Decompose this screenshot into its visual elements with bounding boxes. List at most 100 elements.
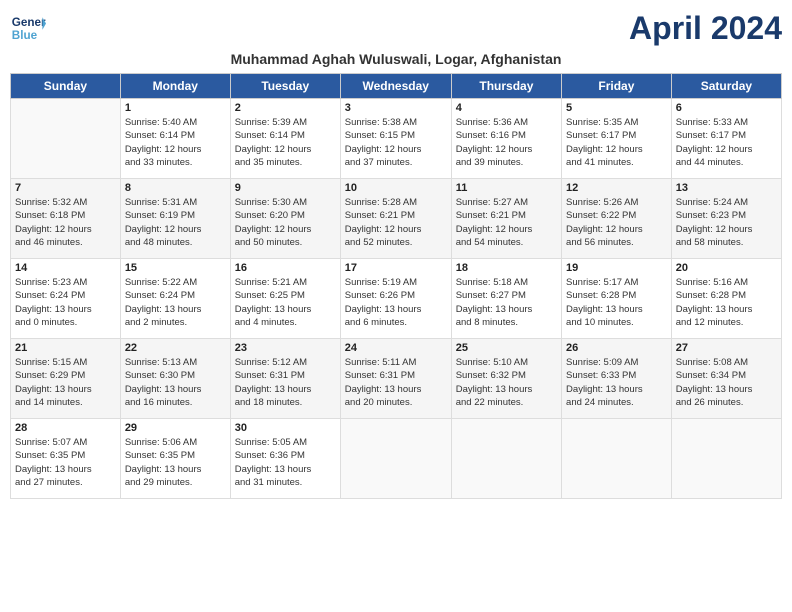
day-info: Sunrise: 5:38 AM Sunset: 6:15 PM Dayligh… (345, 116, 447, 169)
day-number: 22 (125, 342, 226, 354)
day-cell (562, 419, 672, 499)
calendar-table: SundayMondayTuesdayWednesdayThursdayFrid… (10, 73, 782, 499)
svg-text:Blue: Blue (12, 29, 38, 42)
day-info: Sunrise: 5:07 AM Sunset: 6:35 PM Dayligh… (15, 436, 116, 489)
day-number: 14 (15, 262, 116, 274)
weekday-header-wednesday: Wednesday (340, 74, 451, 99)
week-row-4: 21Sunrise: 5:15 AM Sunset: 6:29 PM Dayli… (11, 339, 782, 419)
day-cell: 12 Sunrise: 5:26 AM Sunset: 6:22 PM Dayli… (562, 179, 672, 259)
day-number: 19 (566, 262, 667, 274)
day-number: 28 (15, 422, 116, 434)
day-number: 6 (676, 102, 777, 114)
day-number: 11 (456, 182, 557, 194)
day-cell: 26 Sunrise: 5:09 AM Sunset: 6:33 PM Dayli… (562, 339, 672, 419)
day-number: 12 (566, 182, 667, 194)
day-number: 15 (125, 262, 226, 274)
day-info: Sunrise: 5:22 AM Sunset: 6:24 PM Dayligh… (125, 276, 226, 329)
day-cell: 21Sunrise: 5:15 AM Sunset: 6:29 PM Dayli… (11, 339, 121, 419)
day-info: Sunrise: 5:08 AM Sunset: 6:34 PM Dayligh… (676, 356, 777, 409)
day-number: 2 (235, 102, 336, 114)
day-cell: 14 Sunrise: 5:23 AM Sunset: 6:24 PM Dayli… (11, 259, 121, 339)
day-cell: 6Sunrise: 5:33 AM Sunset: 6:17 PM Daylig… (671, 99, 781, 179)
day-number: 23 (235, 342, 336, 354)
day-info: Sunrise: 5:15 AM Sunset: 6:29 PM Dayligh… (15, 356, 116, 409)
day-number: 24 (345, 342, 447, 354)
day-info: Sunrise: 5:40 AM Sunset: 6:14 PM Dayligh… (125, 116, 226, 169)
day-number: 26 (566, 342, 667, 354)
day-cell: 30 Sunrise: 5:05 AM Sunset: 6:36 PM Dayli… (230, 419, 340, 499)
day-number: 4 (456, 102, 557, 114)
week-row-2: 7 Sunrise: 5:32 AM Sunset: 6:18 PM Daylig… (11, 179, 782, 259)
day-number: 20 (676, 262, 777, 274)
day-info: Sunrise: 5:16 AM Sunset: 6:28 PM Dayligh… (676, 276, 777, 329)
day-cell: 3 Sunrise: 5:38 AM Sunset: 6:15 PM Daylig… (340, 99, 451, 179)
day-number: 7 (15, 182, 116, 194)
day-info: Sunrise: 5:35 AM Sunset: 6:17 PM Dayligh… (566, 116, 667, 169)
day-cell (11, 99, 121, 179)
day-cell: 10 Sunrise: 5:28 AM Sunset: 6:21 PM Dayli… (340, 179, 451, 259)
day-info: Sunrise: 5:09 AM Sunset: 6:33 PM Dayligh… (566, 356, 667, 409)
day-cell: 22 Sunrise: 5:13 AM Sunset: 6:30 PM Dayli… (120, 339, 230, 419)
day-cell: 20 Sunrise: 5:16 AM Sunset: 6:28 PM Dayli… (671, 259, 781, 339)
day-info: Sunrise: 5:30 AM Sunset: 6:20 PM Dayligh… (235, 196, 336, 249)
day-info: Sunrise: 5:17 AM Sunset: 6:28 PM Dayligh… (566, 276, 667, 329)
weekday-header-sunday: Sunday (11, 74, 121, 99)
day-cell (451, 419, 561, 499)
day-cell: 13Sunrise: 5:24 AM Sunset: 6:23 PM Dayli… (671, 179, 781, 259)
day-number: 25 (456, 342, 557, 354)
day-info: Sunrise: 5:36 AM Sunset: 6:16 PM Dayligh… (456, 116, 557, 169)
day-cell: 25 Sunrise: 5:10 AM Sunset: 6:32 PM Dayli… (451, 339, 561, 419)
month-title: April 2024 (629, 10, 782, 47)
page-header: General Blue April 2024 (10, 10, 782, 47)
day-info: Sunrise: 5:05 AM Sunset: 6:36 PM Dayligh… (235, 436, 336, 489)
day-cell: 5 Sunrise: 5:35 AM Sunset: 6:17 PM Daylig… (562, 99, 672, 179)
day-number: 10 (345, 182, 447, 194)
day-info: Sunrise: 5:39 AM Sunset: 6:14 PM Dayligh… (235, 116, 336, 169)
week-row-3: 14 Sunrise: 5:23 AM Sunset: 6:24 PM Dayli… (11, 259, 782, 339)
day-info: Sunrise: 5:12 AM Sunset: 6:31 PM Dayligh… (235, 356, 336, 409)
day-info: Sunrise: 5:21 AM Sunset: 6:25 PM Dayligh… (235, 276, 336, 329)
logo: General Blue (10, 10, 50, 46)
weekday-header-friday: Friday (562, 74, 672, 99)
calendar-subtitle: Muhammad Aghah Wuluswali, Logar, Afghani… (10, 51, 782, 67)
day-number: 5 (566, 102, 667, 114)
svg-text:General: General (12, 16, 46, 29)
day-info: Sunrise: 5:28 AM Sunset: 6:21 PM Dayligh… (345, 196, 447, 249)
logo-icon: General Blue (10, 10, 46, 46)
day-number: 9 (235, 182, 336, 194)
week-row-1: 1 Sunrise: 5:40 AM Sunset: 6:14 PM Daylig… (11, 99, 782, 179)
day-cell: 15 Sunrise: 5:22 AM Sunset: 6:24 PM Dayli… (120, 259, 230, 339)
day-number: 3 (345, 102, 447, 114)
weekday-header-row: SundayMondayTuesdayWednesdayThursdayFrid… (11, 74, 782, 99)
week-row-5: 28 Sunrise: 5:07 AM Sunset: 6:35 PM Dayli… (11, 419, 782, 499)
day-number: 30 (235, 422, 336, 434)
day-info: Sunrise: 5:11 AM Sunset: 6:31 PM Dayligh… (345, 356, 447, 409)
day-info: Sunrise: 5:27 AM Sunset: 6:21 PM Dayligh… (456, 196, 557, 249)
day-info: Sunrise: 5:23 AM Sunset: 6:24 PM Dayligh… (15, 276, 116, 329)
day-info: Sunrise: 5:19 AM Sunset: 6:26 PM Dayligh… (345, 276, 447, 329)
day-cell: 29Sunrise: 5:06 AM Sunset: 6:35 PM Dayli… (120, 419, 230, 499)
day-cell: 27Sunrise: 5:08 AM Sunset: 6:34 PM Dayli… (671, 339, 781, 419)
day-info: Sunrise: 5:13 AM Sunset: 6:30 PM Dayligh… (125, 356, 226, 409)
day-cell (340, 419, 451, 499)
day-cell: 19 Sunrise: 5:17 AM Sunset: 6:28 PM Dayli… (562, 259, 672, 339)
day-number: 1 (125, 102, 226, 114)
day-cell: 16 Sunrise: 5:21 AM Sunset: 6:25 PM Dayli… (230, 259, 340, 339)
day-number: 13 (676, 182, 777, 194)
day-cell: 23 Sunrise: 5:12 AM Sunset: 6:31 PM Dayli… (230, 339, 340, 419)
day-info: Sunrise: 5:06 AM Sunset: 6:35 PM Dayligh… (125, 436, 226, 489)
day-info: Sunrise: 5:26 AM Sunset: 6:22 PM Dayligh… (566, 196, 667, 249)
day-cell: 9 Sunrise: 5:30 AM Sunset: 6:20 PM Daylig… (230, 179, 340, 259)
day-cell: 1 Sunrise: 5:40 AM Sunset: 6:14 PM Daylig… (120, 99, 230, 179)
day-info: Sunrise: 5:10 AM Sunset: 6:32 PM Dayligh… (456, 356, 557, 409)
day-cell: 17 Sunrise: 5:19 AM Sunset: 6:26 PM Dayli… (340, 259, 451, 339)
day-cell: 2 Sunrise: 5:39 AM Sunset: 6:14 PM Daylig… (230, 99, 340, 179)
day-number: 16 (235, 262, 336, 274)
day-number: 17 (345, 262, 447, 274)
weekday-header-monday: Monday (120, 74, 230, 99)
day-cell: 18Sunrise: 5:18 AM Sunset: 6:27 PM Dayli… (451, 259, 561, 339)
day-info: Sunrise: 5:32 AM Sunset: 6:18 PM Dayligh… (15, 196, 116, 249)
day-cell: 8Sunrise: 5:31 AM Sunset: 6:19 PM Daylig… (120, 179, 230, 259)
day-number: 8 (125, 182, 226, 194)
day-cell: 7 Sunrise: 5:32 AM Sunset: 6:18 PM Daylig… (11, 179, 121, 259)
